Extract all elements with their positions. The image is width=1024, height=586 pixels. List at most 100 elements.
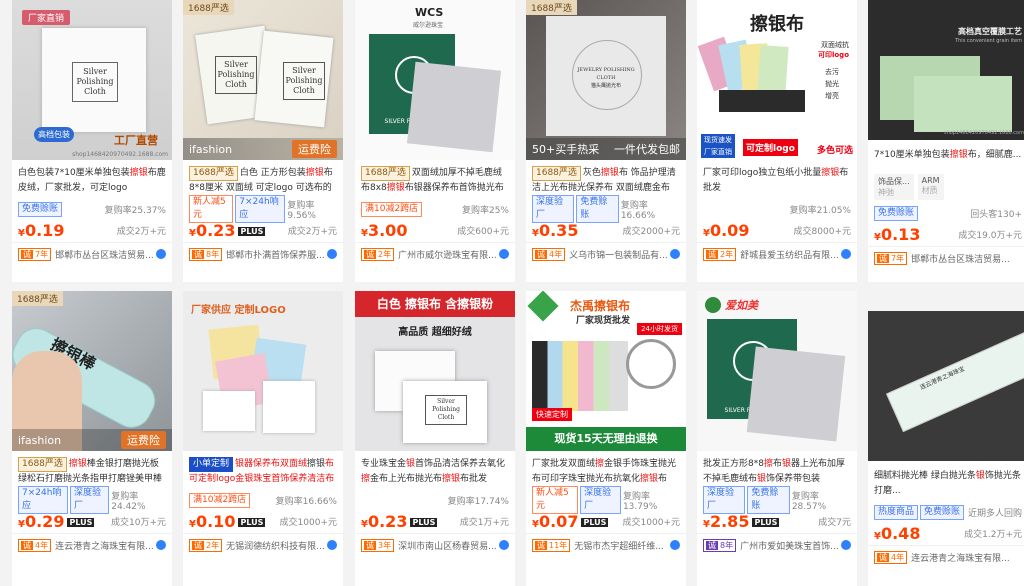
shop-row[interactable]: 诚 4年 连云港青之海珠宝有限... [12, 533, 172, 556]
card-print: JEWELRY POLISHING CLOTH 猫头鹰抛光布 [577, 67, 635, 89]
shop-row[interactable]: 诚 8年 邯郸市扑满首饰保养服... [183, 242, 343, 265]
product-card[interactable]: JEWELRY POLISHING CLOTH 猫头鹰抛光布 1688严选 50+… [526, 0, 686, 282]
product-card[interactable]: 爱如美 SILVER POLISHING 批发正方形8*8擦布银器上光布加厚不掉… [697, 291, 857, 586]
shop-row[interactable]: 诚 8年 广州市爱如美珠宝首饰... [697, 533, 857, 556]
sales: 成交1万+元 [459, 517, 509, 528]
product-image[interactable]: Silver Polishing Cloth 厂家直销 高档包装 工厂直营 shop… [12, 0, 172, 160]
product-card[interactable]: Silver Polishing Cloth Silver Polishing Clot… [183, 0, 343, 282]
product-card[interactable]: 擦银棒 1688严选 ifashion 运费险 1688严选 擦银棒金银打磨抛光板绿… [12, 291, 172, 586]
badge-1688: 1688严选 [12, 291, 63, 306]
shop-name[interactable]: 无锡润德纺织科技有限... [226, 539, 325, 552]
shop-row[interactable]: 诚 7年 邯郸市丛台区珠洁贸易... [12, 242, 172, 265]
product-image[interactable]: WCS 威尔逊珠宝 SILVER POLISHING [355, 0, 515, 160]
chat-icon[interactable] [499, 540, 509, 550]
product-title[interactable]: 批发正方形8*8擦布银器上光布加厚不掉毛鹿绒布银饰保养带包装 [697, 451, 857, 487]
sales: 成交1000+元 [279, 517, 337, 528]
shop-name[interactable]: 舒城县爱玉纺织品有限... [740, 248, 839, 261]
product-title[interactable]: 厂家可印logo独立包纸小批量擦银布批发 [697, 160, 857, 196]
product-card[interactable]: 高档真空覆膜工艺 This convenient grain item shop… [868, 0, 1024, 282]
tag: 深度验厂 [532, 195, 575, 223]
image-label: 快速定制 [532, 408, 572, 421]
product-card[interactable]: Silver Polishing Cloth 厂家直销 高档包装 工厂直营 shop… [12, 0, 172, 282]
shop-row[interactable]: 诚 4年 义乌市锦一包装制品有... [526, 242, 686, 265]
product-title[interactable]: 1688严选 灰色擦银布 饰品护理清洁上光布抛光保养布 双面绒鹿金布 [526, 160, 686, 196]
product-image[interactable]: 高档真空覆膜工艺 This convenient grain item shop… [868, 0, 1024, 140]
shop-name[interactable]: 广州市爱如美珠宝首饰... [740, 539, 839, 552]
product-card[interactable]: 杰禹擦银布 厂家现货批发 24小时发货 快速定制 现货15天无理由退换 厂家批发… [526, 291, 686, 586]
chat-icon[interactable] [156, 249, 166, 259]
product-title[interactable]: 白色包装7*10厘米单独包装擦银布鹿皮绒，厂家批发，可定logo [12, 160, 172, 196]
tag: 热度商品 [874, 504, 919, 520]
price: ¥0.09 [703, 220, 750, 240]
chat-icon[interactable] [327, 249, 337, 259]
shop-name[interactable]: 义乌市锦一包装制品有... [569, 248, 668, 261]
product-card[interactable]: 厂家供应 定制LOGO 小单定制 银器保养布双面绒擦银布可定制logo金银珠宝首饰… [183, 291, 343, 586]
tag: 新人减5元 [532, 486, 579, 514]
sales: 成交19.0万+元 [958, 230, 1022, 241]
repurchase-rate: 复购率16.66% [275, 496, 337, 507]
product-title[interactable]: 细腻料抛光棒 绿白抛光条银饰抛光条打磨... [868, 461, 1024, 499]
chat-icon[interactable] [841, 540, 851, 550]
repurchase-note: 近期多人回购 [967, 508, 1022, 519]
shop-name[interactable]: 邯郸市丛台区珠洁贸易... [911, 252, 1010, 265]
product-title[interactable]: 1688严选 白色 正方形包装擦银布8*8厘米 双面绒 可定logo 可选布的 [183, 160, 343, 196]
product-image[interactable]: 杰禹擦银布 厂家现货批发 24小时发货 快速定制 现货15天无理由退换 [526, 291, 686, 451]
tag: 深度验厂 [70, 486, 110, 514]
shop-name[interactable]: 邯郸市丛台区珠洁贸易... [55, 248, 154, 261]
chat-icon[interactable] [670, 249, 680, 259]
image-banner: 现货15天无理由退换 [526, 427, 686, 451]
product-title[interactable]: 小单定制 银器保养布双面绒擦银布可定制logo金银珠宝首饰保养清洁布 [183, 451, 343, 487]
tag: 满10减2跨店 [189, 492, 251, 508]
shop-row[interactable]: 诚 2年 广州市威尔逊珠宝有限... [355, 242, 515, 265]
image-banner: 白色 擦银布 含擦银粉 [355, 291, 515, 317]
product-title[interactable]: 7*10厘米单独包装擦银布，细腻鹿... [868, 140, 1024, 174]
chat-icon[interactable] [841, 249, 851, 259]
product-card[interactable]: 擦银布 双面绒抗 可印logo 去污 抛光 增亮 现货速发 厂家直销 可定制logo… [697, 0, 857, 282]
product-card[interactable]: WCS 威尔逊珠宝 SILVER POLISHING 1688严选双面绒加厚不掉… [355, 0, 515, 282]
chat-icon[interactable] [327, 540, 337, 550]
watermark: shop1468420970492.1688.com [944, 130, 1024, 136]
price: ¥0.35 [532, 220, 579, 240]
product-image[interactable]: 厂家供应 定制LOGO [183, 291, 343, 451]
shop-row[interactable]: 诚 2年 无锡润德纺织科技有限... [183, 533, 343, 556]
shop-row[interactable]: 诚 2年 舒城县爱玉纺织品有限... [697, 242, 857, 265]
shop-name[interactable]: 无锡市杰宇超细纤维... [574, 539, 664, 552]
shop-years: 诚 4年 [532, 247, 566, 261]
tag: 新人减5元 [189, 195, 234, 223]
shop-years: 诚 4年 [874, 550, 908, 564]
shop-name[interactable]: 深圳市南山区杨春贸易... [398, 539, 497, 552]
product-image[interactable]: 擦银布 双面绒抗 可印logo 去污 抛光 增亮 现货速发 厂家直销 可定制logo… [697, 0, 857, 160]
price: ¥0.48 [874, 523, 921, 543]
product-image[interactable]: 擦银棒 1688严选 ifashion 运费险 [12, 291, 172, 451]
product-image[interactable]: 白色 擦银布 含擦银粉 高品质 超细好绒 Silver Polishing Clot… [355, 291, 515, 451]
shop-row[interactable]: 诚 3年 深圳市南山区杨春贸易... [355, 533, 515, 556]
product-title[interactable]: 厂家批发双面绒擦金银手饰珠宝抛光布可印字珠宝抛光布抗氧化擦银布 [526, 451, 686, 487]
chat-icon[interactable] [156, 540, 166, 550]
product-card[interactable]: 白色 擦银布 含擦银粉 高品质 超细好绒 Silver Polishing Clot… [355, 291, 515, 586]
product-title[interactable]: 1688严选 擦银棒金银打磨抛光板绿松石打磨抛光条指甲打磨锉美甲棒 [12, 451, 172, 487]
product-image[interactable]: 爱如美 SILVER POLISHING [697, 291, 857, 451]
image-label: 高档包装 [34, 127, 74, 142]
product-image[interactable]: Silver Polishing Cloth Silver Polishing Clot… [183, 0, 343, 160]
shop-row[interactable]: 诚 11年 无锡市杰宇超细纤维... [526, 533, 686, 556]
sales: 成交7元 [818, 517, 851, 528]
product-image[interactable]: JEWELRY POLISHING CLOTH 猫头鹰抛光布 1688严选 50+… [526, 0, 686, 160]
product-image[interactable]: 连云港青之海珠宝 [868, 311, 1024, 461]
image-label: ifashion [18, 433, 62, 447]
shop-name[interactable]: 连云港青之海珠宝有限... [911, 551, 1010, 564]
watermark: shop1468420970492.1688.com [72, 151, 168, 158]
chat-icon[interactable] [499, 249, 509, 259]
shop-row[interactable]: 诚 4年 连云港青之海珠宝有限... [868, 545, 1024, 568]
shop-years: 诚 7年 [874, 251, 908, 265]
image-label: 工厂直营 [114, 134, 158, 147]
product-title[interactable]: 专业珠宝金银首饰品清洁保养去氧化擦金布上光布抛光布擦银布批发 [355, 451, 515, 487]
product-card[interactable]: 连云港青之海珠宝 细腻料抛光棒 绿白抛光条银饰抛光条打磨... 热度商品 免费赊账… [868, 311, 1024, 586]
shop-row[interactable]: 诚 7年 邯郸市丛台区珠洁贸易... [868, 246, 1024, 269]
chat-icon[interactable] [670, 540, 680, 550]
shop-name[interactable]: 广州市威尔逊珠宝有限... [398, 248, 497, 261]
bullet: 去污 [825, 68, 839, 76]
shop-name[interactable]: 邯郸市扑满首饰保养服... [226, 248, 325, 261]
product-title[interactable]: 1688严选双面绒加厚不掉毛鹿绒布8x8擦银布银器保养布首饰抛光布饰 [355, 160, 515, 196]
shop-name[interactable]: 连云港青之海珠宝有限... [55, 539, 154, 552]
image-label: This convenient grain item [955, 38, 1022, 44]
